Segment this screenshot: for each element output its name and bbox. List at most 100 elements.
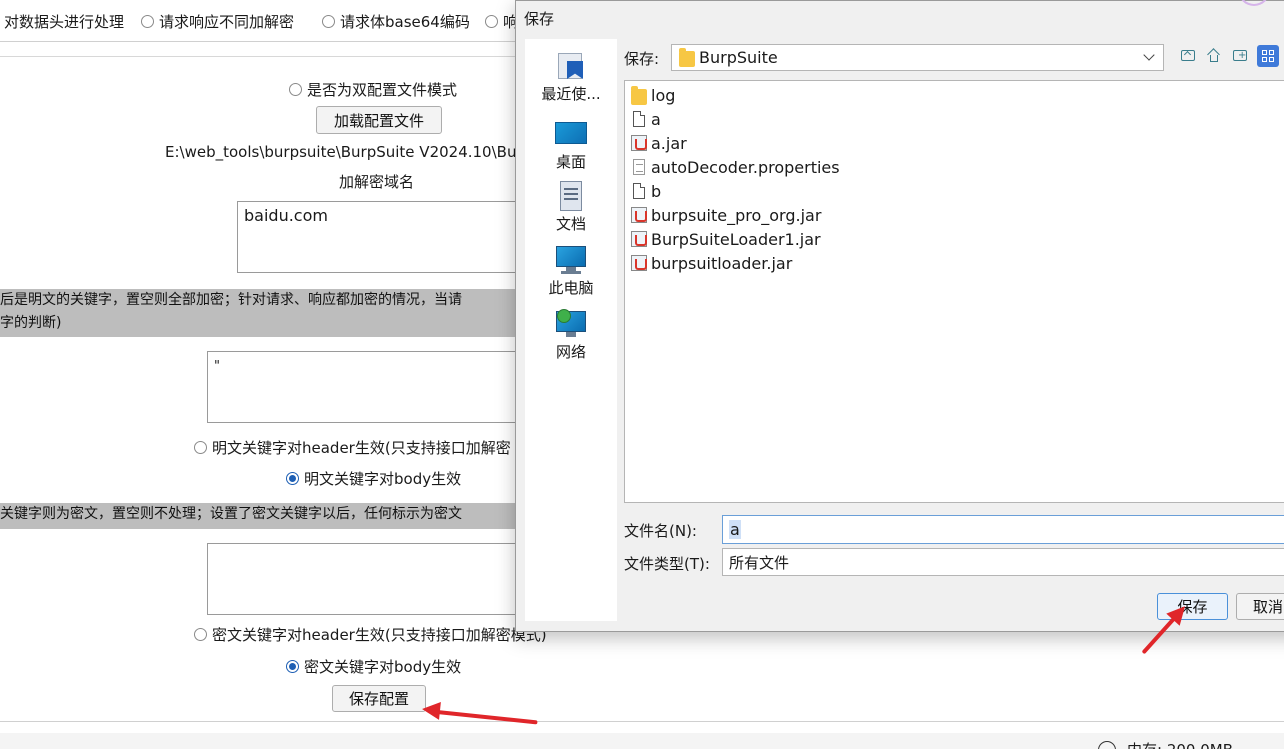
java-jar-icon	[631, 207, 647, 223]
domain-title: 加解密域名	[339, 173, 415, 191]
radio-dot	[194, 441, 207, 454]
cipher-header-label: 密文关键字对header生效(只支持接口加解密模式)	[212, 626, 547, 644]
file-name: burpsuitloader.jar	[651, 253, 793, 273]
cipher-body-label: 密文关键字对body生效	[304, 658, 462, 676]
filetype-select[interactable]: 所有文件	[722, 548, 1284, 576]
arrow-shaft	[427, 709, 538, 725]
list-item[interactable]: autoDecoder.properties	[631, 156, 840, 178]
save-in-label: 保存:	[624, 50, 660, 68]
filetype-value: 所有文件	[729, 553, 790, 572]
radio-dot-selected	[286, 660, 299, 673]
cipher-hint-band: 关键字则为密文，置空则不处理；设置了密文关键字以后，任何标示为密文	[0, 503, 520, 529]
list-item[interactable]: a	[631, 108, 661, 130]
plain-body-radio[interactable]: 明文关键字对body生效	[286, 468, 461, 489]
place-computer[interactable]: 此电脑	[525, 245, 617, 298]
list-item[interactable]: burpsuitloader.jar	[631, 252, 792, 274]
java-jar-icon	[631, 231, 647, 247]
cipher-header-radio[interactable]: 密文关键字对header生效(只支持接口加解密模式)	[194, 624, 547, 645]
filetype-label: 文件类型(T):	[624, 555, 710, 573]
list-item[interactable]: BurpSuiteLoader1.jar	[631, 228, 821, 250]
header-process-radio[interactable]: 对数据头进行处理	[4, 11, 124, 32]
cipher-keyword-textarea[interactable]	[207, 543, 527, 615]
radio-dot	[322, 15, 335, 28]
java-jar-icon	[631, 255, 647, 271]
response-radio[interactable]: 响	[485, 11, 518, 32]
filename-value: a	[729, 520, 741, 539]
file-name: log	[651, 85, 676, 105]
save-in-combo[interactable]: BurpSuite	[671, 44, 1164, 71]
file-icon	[633, 183, 645, 199]
place-recent[interactable]: 最近使...	[525, 51, 617, 104]
base64-radio[interactable]: 请求体base64编码	[322, 11, 470, 32]
dual-mode-radio[interactable]: 是否为双配置文件模式	[289, 79, 457, 100]
properties-file-icon	[633, 159, 645, 175]
cipher-hint-text: 关键字则为密文，置空则不处理；设置了密文关键字以后，任何标示为密文	[0, 506, 462, 522]
dual-mode-label: 是否为双配置文件模式	[307, 81, 458, 99]
list-item[interactable]: b	[631, 180, 661, 202]
place-network-label: 网络	[555, 343, 586, 361]
plain-hint-band: 后是明文的关键字，置空则全部加密；针对请求、响应都加密的情况，当请 字的判断)	[0, 289, 520, 337]
load-config-button[interactable]: 加载配置文件	[316, 106, 442, 134]
chevron-down-icon	[1143, 49, 1155, 61]
memory-text: 内存: 200.0MB	[1127, 739, 1233, 749]
plain-keyword-textarea[interactable]: "	[207, 351, 527, 423]
file-name: burpsuite_pro_org.jar	[651, 205, 822, 225]
file-icon	[633, 111, 645, 127]
header-process-label: 对数据头进行处理	[4, 13, 125, 31]
divider	[0, 41, 520, 42]
diff-crypto-label: 请求响应不同加解密	[159, 13, 295, 31]
recent-icon	[555, 51, 587, 81]
domain-value: baidu.com	[244, 206, 328, 225]
desktop-icon	[555, 119, 587, 149]
radio-dot-selected	[286, 472, 299, 485]
plain-keyword-value: "	[214, 359, 220, 374]
up-folder-icon[interactable]	[1181, 50, 1195, 63]
plain-hint-line2: 字的判断)	[0, 315, 62, 331]
plain-header-label: 明文关键字对header生效(只支持接口加解密	[212, 439, 511, 457]
divider	[0, 56, 520, 57]
save-config-button[interactable]: 保存配置	[332, 685, 426, 712]
list-view-icon[interactable]	[1257, 45, 1279, 67]
list-item[interactable]: a.jar	[631, 132, 687, 154]
place-documents-label: 文档	[555, 215, 586, 233]
diff-crypto-radio[interactable]: 请求响应不同加解密	[141, 11, 294, 32]
folder-icon	[679, 48, 695, 67]
documents-icon	[555, 181, 587, 211]
radio-dot	[194, 628, 207, 641]
place-documents[interactable]: 文档	[525, 181, 617, 234]
plain-hint-line1: 后是明文的关键字，置空则全部加密；针对请求、响应都加密的情况，当请	[0, 292, 462, 308]
plain-header-radio[interactable]: 明文关键字对header生效(只支持接口加解密	[194, 437, 511, 458]
file-name: a.jar	[651, 133, 687, 153]
place-desktop[interactable]: 桌面	[525, 119, 617, 172]
filename-label: 文件名(N):	[624, 522, 697, 540]
java-jar-icon	[631, 135, 647, 151]
file-name: a	[651, 109, 661, 129]
plain-body-label: 明文关键字对body生效	[304, 470, 462, 488]
config-path-text: E:\web_tools\burpsuite\BurpSuite V2024.1…	[165, 143, 517, 161]
radio-dot	[289, 83, 302, 96]
place-desktop-label: 桌面	[555, 153, 586, 171]
domain-textarea[interactable]: baidu.com	[237, 201, 527, 273]
dialog-cancel-button[interactable]: 取消	[1236, 593, 1284, 620]
home-icon[interactable]	[1207, 48, 1221, 63]
place-network[interactable]: 网络	[525, 309, 617, 362]
top-options-row: 对数据头进行处理 请求响应不同加解密 请求体base64编码 响	[0, 0, 520, 40]
file-name: b	[651, 181, 662, 201]
list-item[interactable]: log	[631, 84, 675, 106]
dialog-title: 保存	[524, 10, 555, 28]
cipher-body-radio[interactable]: 密文关键字对body生效	[286, 656, 461, 677]
status-bar: 内存: 200.0MB	[0, 733, 1284, 749]
file-name: autoDecoder.properties	[651, 157, 840, 177]
filename-input[interactable]: a	[722, 515, 1284, 544]
save-dialog: 保存 最近使... 桌面 文档 此电脑 网络 保存: BurpSuite + l…	[515, 0, 1284, 632]
memory-icon	[1098, 741, 1116, 749]
list-item[interactable]: burpsuite_pro_org.jar	[631, 204, 821, 226]
base64-label: 请求体base64编码	[340, 13, 470, 31]
file-list[interactable]: log a a.jar autoDecoder.properties b bur…	[624, 80, 1284, 503]
network-icon	[555, 309, 587, 339]
new-folder-icon[interactable]: +	[1233, 50, 1247, 63]
place-computer-label: 此电脑	[548, 279, 594, 297]
dialog-save-button[interactable]: 保存	[1157, 593, 1228, 620]
file-name: BurpSuiteLoader1.jar	[651, 229, 821, 249]
arrow-head	[421, 700, 441, 720]
